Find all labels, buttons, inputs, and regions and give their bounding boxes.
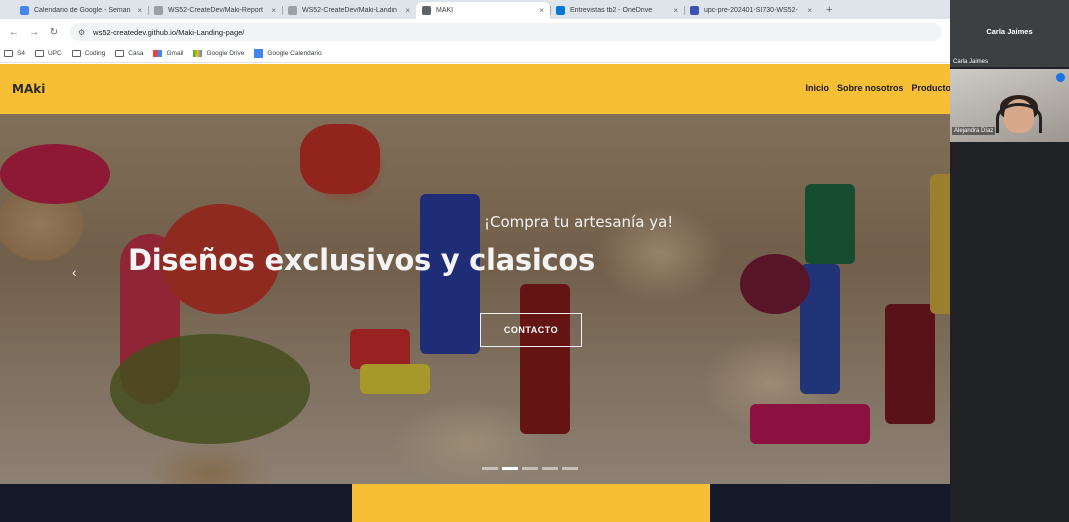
address-bar[interactable]: ⚙ ws52-createdev.github.io/Maki-Landing-… <box>70 23 942 41</box>
participant-label: Carla Jaimes <box>953 59 989 65</box>
new-tab-icon[interactable]: + <box>818 2 840 19</box>
tab-close-icon[interactable]: × <box>405 6 410 15</box>
browser-tab[interactable]: Entrevistas tb2 - OneDrive × <box>550 2 684 19</box>
browser-tab[interactable]: MAKI × <box>416 2 550 19</box>
bookmark-item[interactable]: Casa <box>115 50 143 57</box>
tab-favicon-icon <box>154 6 163 15</box>
participant-label: Alejandra Díaz <box>952 127 996 135</box>
carousel-indicator[interactable] <box>502 467 518 470</box>
tab-close-icon[interactable]: × <box>807 6 812 15</box>
folder-icon <box>4 50 13 57</box>
nav-productos[interactable]: Productos <box>911 83 950 93</box>
browser-tab[interactable]: WS52-CreateDev/Maki-Landin × <box>282 2 416 19</box>
bookmark-label: Casa <box>128 50 144 57</box>
tab-favicon-icon <box>422 6 431 15</box>
hero-title: Diseños exclusivos y clasicos <box>128 243 595 277</box>
browser-tab[interactable]: WS52-CreateDev/Maki-Report × <box>148 2 282 19</box>
bookmark-label: Gmail <box>166 50 184 57</box>
section-strip <box>0 484 950 522</box>
tab-favicon-icon <box>690 6 699 15</box>
tab-close-icon[interactable]: × <box>137 6 142 15</box>
browser-tab[interactable]: upc-pre-202401-SI730-WS52- × <box>684 2 818 19</box>
url-text: ws52-createdev.github.io/Maki-Landing-pa… <box>93 27 245 37</box>
hero-subtitle: ¡Compra tu artesanía ya! <box>484 213 674 231</box>
brand-logo[interactable]: MAki <box>12 82 45 96</box>
bookmark-label: S4 <box>17 50 25 57</box>
tab-favicon-icon <box>288 6 297 15</box>
tab-title: WS52-CreateDev/Maki-Report <box>168 7 263 14</box>
bookmark-label: Google Calendario <box>267 50 322 57</box>
tab-favicon-icon <box>20 6 29 15</box>
bookmark-item[interactable]: Coding <box>71 50 106 57</box>
gmail-icon <box>153 50 163 57</box>
section-strip-accent <box>352 484 710 522</box>
carousel-prev-icon[interactable]: ‹ <box>72 264 77 280</box>
tab-title: upc-pre-202401-SI730-WS52- <box>704 7 798 14</box>
hero-carousel: ‹ › ¡Compra tu artesanía ya! Diseños exc… <box>0 114 950 484</box>
bookmark-item[interactable]: UPC <box>34 50 62 57</box>
nav-inicio[interactable]: Inicio <box>805 83 829 93</box>
participant-name: Carla Jaimes <box>986 27 1033 36</box>
contact-button[interactable]: CONTACTO <box>480 313 582 347</box>
site-header: MAki Inicio Sobre nosotros Productos <box>0 64 950 114</box>
carousel-indicator[interactable] <box>522 467 538 470</box>
participant-tile[interactable]: Carla Jaimes Carla Jaimes <box>950 0 1069 67</box>
video-call-panel: Carla Jaimes Carla Jaimes Alejandra Díaz <box>950 0 1069 522</box>
bookmark-label: UPC <box>47 50 62 57</box>
tab-favicon-icon <box>556 6 565 15</box>
bookmark-label: Google Drive <box>206 50 245 57</box>
hero-overlay <box>0 114 950 484</box>
browser-window: Calendario de Google - Seman × WS52-Create… <box>0 0 950 522</box>
carousel-indicator[interactable] <box>562 467 578 470</box>
bookmarks-bar: S4 UPC Coding Casa Gmail Google Drive Google C… <box>0 45 950 63</box>
browser-tab[interactable]: Calendario de Google - Seman × <box>14 2 148 19</box>
tab-close-icon[interactable]: × <box>673 6 678 15</box>
landing-page: MAki Inicio Sobre nosotros Productos <box>0 64 950 522</box>
folder-icon <box>71 50 81 57</box>
browser-toolbar: ← → ↻ ⚙ ws52-createdev.github.io/Maki-La… <box>0 19 950 45</box>
bookmark-label: Coding <box>84 50 106 57</box>
speaking-indicator-icon <box>1056 73 1065 82</box>
site-nav: Inicio Sobre nosotros Productos <box>797 83 950 93</box>
carousel-indicator[interactable] <box>542 467 558 470</box>
nav-sobre-nosotros[interactable]: Sobre nosotros <box>837 83 904 93</box>
folder-icon <box>115 50 125 57</box>
bookmark-item[interactable]: Google Calendario <box>254 49 322 58</box>
tab-close-icon[interactable]: × <box>539 6 544 15</box>
participant-video-tile[interactable]: Alejandra Díaz <box>950 69 1069 142</box>
carousel-indicators <box>482 467 582 470</box>
tab-title: WS52-CreateDev/Maki-Landin <box>302 7 397 14</box>
tab-close-icon[interactable]: × <box>271 6 276 15</box>
tab-strip: Calendario de Google - Seman × WS52-Create… <box>0 0 950 19</box>
calendar-icon <box>254 49 264 58</box>
tab-title: Calendario de Google - Seman <box>34 7 131 14</box>
forward-icon[interactable]: → <box>26 27 42 38</box>
tab-title: Entrevistas tb2 - OneDrive <box>570 7 653 14</box>
tab-title: MAKI <box>436 7 454 14</box>
headset-icon <box>996 103 1042 133</box>
bookmark-item[interactable]: S4 <box>4 50 25 57</box>
folder-icon <box>34 50 44 57</box>
bookmark-item[interactable]: Gmail <box>153 50 183 57</box>
carousel-indicator[interactable] <box>482 467 498 470</box>
drive-icon <box>193 50 203 57</box>
reload-icon[interactable]: ↻ <box>46 27 62 38</box>
back-icon[interactable]: ← <box>6 27 22 38</box>
site-settings-icon[interactable]: ⚙ <box>78 28 85 37</box>
bookmark-item[interactable]: Google Drive <box>193 50 244 57</box>
